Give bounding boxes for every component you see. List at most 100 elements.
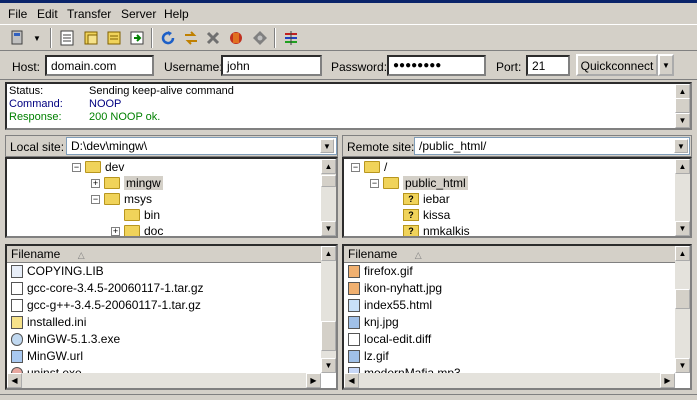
list-item[interactable]: knj.jpg bbox=[348, 315, 399, 329]
arrow-up-icon: ▲ bbox=[678, 162, 687, 171]
list-item[interactable]: COPYING.LIB bbox=[11, 264, 104, 278]
log-scrollbar[interactable]: ▲ ▼ bbox=[675, 84, 690, 128]
scroll-left-button[interactable]: ◀ bbox=[344, 373, 359, 388]
site-manager-dropdown[interactable]: ▼ bbox=[30, 28, 44, 48]
list-item[interactable]: local-edit.diff bbox=[348, 332, 431, 346]
remote-site-dropdown[interactable]: ▼ bbox=[674, 139, 688, 153]
port-label: Port: bbox=[496, 60, 522, 74]
remote-file-list: Filename △ firefox.gif ikon-nyhatt.jpg i… bbox=[342, 244, 692, 390]
toggle-queue-button[interactable] bbox=[127, 28, 147, 48]
scroll-up-button[interactable]: ▲ bbox=[321, 159, 336, 174]
reconnect-icon bbox=[253, 31, 267, 45]
list-item[interactable]: MinGW-5.1.3.exe bbox=[11, 332, 120, 346]
tree-item[interactable]: ? nmkalkis bbox=[403, 224, 470, 236]
arrow-left-icon: ◀ bbox=[348, 376, 355, 385]
reconnect-button[interactable] bbox=[250, 28, 270, 48]
scroll-down-button[interactable]: ▼ bbox=[675, 113, 690, 128]
quickconnect-dropdown-button[interactable]: ▼ bbox=[658, 54, 674, 76]
tree-item[interactable]: − / bbox=[351, 160, 387, 174]
scroll-down-button[interactable]: ▼ bbox=[321, 358, 336, 373]
scroll-up-button[interactable]: ▲ bbox=[675, 159, 690, 174]
archive-icon bbox=[11, 298, 23, 312]
folder-icon bbox=[104, 193, 120, 205]
menu-edit[interactable]: Edit bbox=[37, 7, 58, 21]
arrow-up-icon: ▲ bbox=[678, 249, 687, 258]
host-input[interactable]: domain.com bbox=[45, 55, 154, 76]
expand-icon[interactable]: + bbox=[111, 226, 120, 236]
scroll-thumb[interactable] bbox=[675, 98, 690, 113]
list-item[interactable]: lz.gif bbox=[348, 349, 389, 363]
chevron-down-icon: ▼ bbox=[323, 141, 331, 151]
arrow-down-icon: ▼ bbox=[678, 116, 687, 125]
tree-item[interactable]: − public_html bbox=[370, 176, 468, 190]
collapse-icon[interactable]: − bbox=[370, 178, 379, 188]
scroll-down-button[interactable]: ▼ bbox=[675, 221, 690, 236]
tree-item[interactable]: + mingw bbox=[91, 176, 163, 190]
password-input[interactable]: ●●●●●●●● bbox=[387, 55, 486, 76]
log-value: Sending keep-alive command bbox=[89, 85, 234, 97]
toggle-remote-tree-button[interactable] bbox=[104, 28, 124, 48]
list-item[interactable]: MinGW.url bbox=[11, 349, 83, 363]
scroll-up-button[interactable]: ▲ bbox=[321, 246, 336, 261]
list-item[interactable]: firefox.gif bbox=[348, 264, 413, 278]
menu-file[interactable]: File bbox=[8, 7, 27, 21]
quickconnect-button[interactable]: Quickconnect bbox=[576, 54, 658, 76]
scroll-thumb[interactable] bbox=[321, 321, 336, 351]
scroll-up-button[interactable]: ▲ bbox=[675, 84, 690, 99]
collapse-icon[interactable]: − bbox=[91, 194, 100, 204]
tree-item[interactable]: − dev bbox=[72, 160, 124, 174]
local-list-scrollbar[interactable]: ▲ ▼ bbox=[321, 246, 336, 373]
toggle-local-tree-button[interactable] bbox=[81, 28, 101, 48]
port-input[interactable]: 21 bbox=[526, 55, 570, 76]
scroll-down-button[interactable]: ▼ bbox=[321, 221, 336, 236]
scroll-left-button[interactable]: ◀ bbox=[7, 373, 22, 388]
tree-item[interactable]: bin bbox=[124, 208, 160, 222]
local-site-dropdown[interactable]: ▼ bbox=[320, 139, 334, 153]
cancel-icon bbox=[206, 31, 220, 45]
menu-help[interactable]: Help bbox=[164, 7, 189, 21]
scroll-up-button[interactable]: ▲ bbox=[675, 246, 690, 261]
scroll-thumb[interactable] bbox=[321, 175, 336, 187]
message-log: Status: Sending keep-alive command Comma… bbox=[5, 82, 692, 130]
list-item[interactable]: installed.ini bbox=[11, 315, 86, 329]
scroll-thumb[interactable] bbox=[675, 289, 690, 309]
filename-column-header[interactable]: Filename △ bbox=[344, 246, 675, 263]
collapse-icon[interactable]: − bbox=[72, 162, 81, 172]
exe-icon bbox=[11, 332, 23, 346]
list-item[interactable]: index55.html bbox=[348, 298, 432, 312]
username-input[interactable]: john bbox=[221, 55, 322, 76]
process-queue-button[interactable] bbox=[181, 28, 201, 48]
site-manager-button[interactable] bbox=[8, 28, 28, 48]
tree-item[interactable]: − msys bbox=[91, 192, 152, 206]
local-tree-scrollbar[interactable]: ▲ ▼ bbox=[321, 159, 336, 236]
scroll-down-button[interactable]: ▼ bbox=[675, 358, 690, 373]
list-item[interactable]: gcc-g++-3.4.5-20060117-1.tar.gz bbox=[11, 298, 201, 312]
cancel-button[interactable] bbox=[203, 28, 223, 48]
remote-tree-scrollbar[interactable]: ▲ ▼ bbox=[675, 159, 690, 236]
filename-column-header[interactable]: Filename △ bbox=[7, 246, 321, 263]
expand-icon[interactable]: + bbox=[91, 178, 100, 188]
compare-directories-button[interactable] bbox=[281, 28, 301, 48]
remote-list-hscrollbar[interactable]: ◀ ▶ bbox=[344, 373, 675, 388]
tree-item[interactable]: ? iebar bbox=[403, 192, 450, 206]
list-item[interactable]: gcc-core-3.4.5-20060117-1.tar.gz bbox=[11, 281, 204, 295]
tree-item[interactable]: ? kissa bbox=[403, 208, 450, 222]
local-site-label: Local site: bbox=[10, 140, 65, 154]
collapse-icon[interactable]: − bbox=[351, 162, 360, 172]
toggle-log-button[interactable] bbox=[57, 28, 77, 48]
remote-list-scrollbar[interactable]: ▲ ▼ bbox=[675, 246, 690, 373]
menu-server[interactable]: Server bbox=[121, 7, 156, 21]
local-list-hscrollbar[interactable]: ◀ ▶ bbox=[7, 373, 321, 388]
scroll-right-button[interactable]: ▶ bbox=[660, 373, 675, 388]
scroll-right-button[interactable]: ▶ bbox=[306, 373, 321, 388]
tree-item[interactable]: + doc bbox=[111, 224, 163, 236]
arrow-right-icon: ▶ bbox=[310, 376, 317, 385]
disconnect-button[interactable] bbox=[226, 28, 246, 48]
arrow-down-icon: ▼ bbox=[324, 224, 333, 233]
remote-site-path-input[interactable]: /public_html/ bbox=[414, 137, 690, 155]
menu-transfer[interactable]: Transfer bbox=[67, 7, 111, 21]
list-item[interactable]: ikon-nyhatt.jpg bbox=[348, 281, 442, 295]
chevron-down-icon: ▼ bbox=[662, 61, 670, 70]
refresh-button[interactable] bbox=[158, 28, 178, 48]
local-site-path-input[interactable]: D:\dev\mingw\ bbox=[66, 137, 337, 155]
